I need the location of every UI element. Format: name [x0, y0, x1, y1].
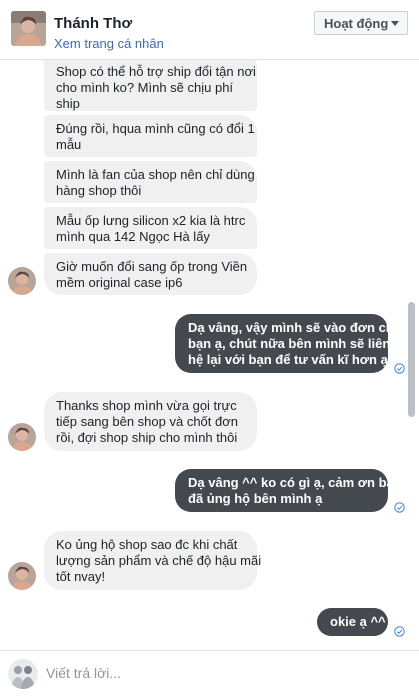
message-line: tốt nvay! — [56, 569, 106, 584]
avatar — [8, 659, 38, 689]
message-line: cho mình ko? Mình sẽ chịu phí — [56, 80, 234, 95]
message-line: mẫu — [56, 137, 82, 152]
message-line: lượng sản phẩm và chế độ hậu mãi — [56, 553, 262, 568]
message-bubble-incoming: Giờ muốn đổi sang ốp trong Viền mềm orig… — [44, 253, 257, 295]
message-line: Giờ muốn đổi sang ốp trong Viền — [56, 259, 248, 274]
message-line: Đúng rồi, hqua mình cũng có đổi 1 — [56, 121, 255, 136]
message-line: mình qua 142 Ngọc Hà lấy — [56, 229, 210, 244]
message-line: bạn ạ, chút nữa bên mình sẽ liên — [188, 336, 391, 351]
message-bubble-outgoing: Dạ vâng, vậy mình sẽ vào đơn cho bạn ạ, … — [175, 314, 402, 373]
message-line: Thanks shop mình vừa gọi trực — [56, 398, 237, 413]
message-line: tiếp sang bên shop và chốt đơn — [56, 414, 238, 429]
reply-input[interactable] — [46, 661, 406, 685]
message-bubble-incoming: Shop có thể hỗ trợ ship đổi tận nơi cho … — [44, 60, 257, 111]
message-line: Mình là fan của shop nên chỉ dùng — [56, 167, 255, 182]
message-line: Mẫu ốp lưng silicon x2 kia là htrc — [56, 213, 246, 228]
message-line: ship — [56, 96, 80, 111]
message-line: hệ lại với bạn để tư vấn kĩ hơn ạ — [188, 352, 388, 367]
chat-header: Thánh Thơ Xem trang cá nhân Hoạt động — [0, 0, 419, 60]
check-circle-icon — [394, 502, 405, 513]
reply-composer — [0, 650, 419, 697]
message-bubble-outgoing: okie ạ ^^ — [317, 608, 388, 636]
contact-name[interactable]: Thánh Thơ — [54, 15, 132, 32]
check-circle-icon — [394, 363, 405, 374]
check-circle-icon — [394, 626, 405, 637]
message-line: đã ủng hộ bên mình ạ — [188, 491, 323, 506]
sender-avatar[interactable] — [8, 267, 36, 295]
status-dropdown-button[interactable]: Hoạt động — [314, 11, 408, 35]
message-line: hàng shop thôi — [56, 183, 142, 198]
sender-avatar[interactable] — [8, 423, 36, 451]
message-line: Shop có thể hỗ trợ ship đổi tận nơi — [56, 64, 256, 79]
message-bubble-incoming: Đúng rồi, hqua mình cũng có đổi 1 mẫu — [44, 115, 257, 157]
view-profile-link[interactable]: Xem trang cá nhân — [54, 36, 164, 51]
avatar[interactable] — [11, 11, 46, 46]
message-line: Ko ủng hộ shop sao đc khi chất — [56, 537, 238, 552]
message-bubble-outgoing: Dạ vâng ^^ ko có gì ạ, cảm ơn bạn đã ủng… — [175, 469, 402, 512]
message-line: Dạ vâng ^^ ko có gì ạ, cảm ơn bạn — [188, 475, 402, 490]
status-button-label: Hoạt động — [324, 15, 389, 31]
message-thread: Shop có thể hỗ trợ ship đổi tận nơi cho … — [0, 60, 419, 650]
message-bubble-incoming: Ko ủng hộ shop sao đc khi chất lượng sản… — [44, 531, 262, 590]
chevron-down-icon — [391, 21, 399, 26]
message-line: okie ạ ^^ — [330, 614, 386, 629]
message-bubble-incoming: Mẫu ốp lưng silicon x2 kia là htrc mình … — [44, 207, 257, 249]
message-line: mềm original case ip6 — [56, 275, 183, 290]
message-bubble-incoming: Mình là fan của shop nên chỉ dùng hàng s… — [44, 161, 257, 203]
message-bubble-incoming: Thanks shop mình vừa gọi trực tiếp sang … — [44, 392, 257, 451]
sender-avatar[interactable] — [8, 562, 36, 590]
thread-scrollbar[interactable] — [408, 302, 415, 417]
message-line: rồi, đợi shop ship cho mình thôi — [56, 430, 238, 445]
message-line: Dạ vâng, vậy mình sẽ vào đơn cho — [188, 320, 402, 335]
